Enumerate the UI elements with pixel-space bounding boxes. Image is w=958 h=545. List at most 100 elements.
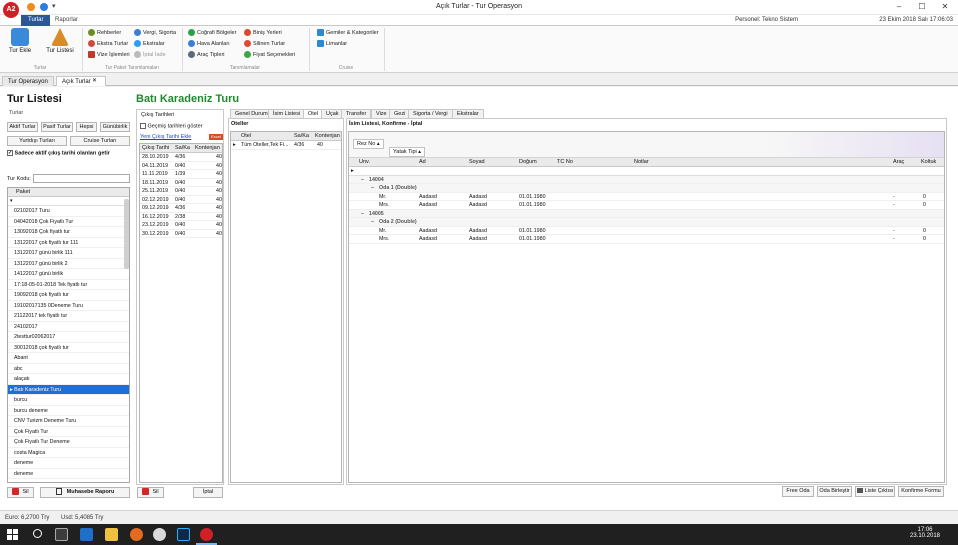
hepsi-button[interactable]: Hepsi [76,122,97,132]
pasif-turlar-button[interactable]: Pasif Turlar [41,122,73,132]
paket-row[interactable]: 13122017 günü birlik 2 [8,259,129,269]
otel-row[interactable]: ▸ Tüm Oteller,Tek Fi... 4/36 40 [231,141,341,150]
explorer-icon[interactable] [105,528,118,541]
close-tab-icon[interactable]: ✕ [92,77,97,84]
aktif-check[interactable]: ✓ Sadece aktif çıkış tarihi olanları get… [7,150,110,156]
paket-row[interactable]: 19092018 çok fiyatlı tur [8,290,129,301]
paket-row[interactable]: burcu deneme [8,406,129,416]
collapse-icon[interactable]: – [361,176,364,185]
date-row[interactable]: 09.12.2019 4/36 40 [140,204,222,213]
excel-badge[interactable]: Excel [209,134,223,140]
cruise-turlari-button[interactable]: Cruise Turları [70,136,130,146]
paket-row[interactable]: costa Magica [8,448,129,458]
filter-row[interactable]: ▾ [8,197,129,206]
guest-row[interactable]: Mrs. Aadasd Aadasd 01.01.1980 - 0 [349,235,944,244]
binis-yerleri-item[interactable]: Biniş Yerleri [244,28,295,39]
paket-row[interactable]: 14122017 günü birlik [8,269,129,280]
tab-isim-listesi[interactable]: İsim Listesi [268,109,306,118]
free-oda-button[interactable]: Free Oda [782,486,814,497]
firefox-icon[interactable] [130,528,143,541]
iptal-button[interactable]: İptal [193,487,223,498]
date-row[interactable]: 30.12.2019 0/40 40 [140,230,222,238]
maximize-icon[interactable]: ☐ [915,2,929,11]
paket-row[interactable]: 17:18-05-01-2018 Tek fiyatlı tur [8,280,129,290]
guest-row[interactable]: Mr. Aadasd Aadasd 01.01.1980 - 0 [349,193,944,201]
chrome-icon[interactable] [153,528,166,541]
paket-row[interactable]: CNV Turizm Deneme Turu [8,416,129,427]
tab-ekstralar[interactable]: Ekstralar [452,109,484,118]
tab-sigorta[interactable]: Sigorta / Vergi [408,109,453,118]
tab-genel-durum[interactable]: Genel Durum [230,109,273,118]
minimize-icon[interactable]: – [892,2,906,11]
doc-tab-acik-turlar[interactable]: Açık Turlar [56,76,106,86]
date-sil-button[interactable]: Sil [137,487,164,498]
paket-row[interactable]: 13122017 çok fiyatlı tur 111 [8,238,129,248]
paket-row[interactable]: deneme [8,469,129,479]
rez-group-row[interactable]: –14004 [349,175,944,185]
guest-row[interactable]: Mrs. Aadasd Aadasd 01.01.1980 - 0 [349,201,944,210]
vergi-sigorta-item[interactable]: Vergi, Sigorta [134,28,176,39]
paket-row[interactable]: Abant [8,353,129,364]
ekstra-turlar-item[interactable]: Ekstra Turlar [88,39,130,50]
paket-row[interactable]: ▸ Batı Karadeniz Turu [8,384,129,395]
paket-row[interactable]: deneme [8,458,129,469]
oda-group-row[interactable]: – Oda 2 (Double) [349,218,944,227]
tur-ekle-button[interactable]: Tur Ekle [6,28,34,54]
tur-kodu-input[interactable] [33,174,130,183]
collapse-icon[interactable]: – [371,184,374,193]
tur-listesi-button[interactable]: Tur Listesi [46,28,74,54]
checkbox-icon[interactable] [140,123,146,129]
close-icon[interactable]: ✕ [938,2,952,11]
iptal-iade-item[interactable]: İptal İade [134,50,176,61]
collapse-icon[interactable]: – [361,210,364,219]
paket-row[interactable]: 30012018 çok fiyatlı tur [8,343,129,353]
paket-row[interactable]: 04042018 Çok Fiyatlı Tur [8,217,129,227]
gunubirlik-button[interactable]: Günübirlik [100,122,130,132]
oda-birlestir-button[interactable]: Oda Birleştir [817,486,852,497]
ribbon-tab-raporlar[interactable]: Raporlar [48,15,85,26]
paket-row[interactable]: abc [8,364,129,374]
app-task-icon[interactable] [200,528,213,541]
date-row[interactable]: 23.12.2019 0/40 40 [140,221,222,230]
date-row[interactable]: 02.12.2019 0/40 40 [140,196,222,204]
paket-row[interactable]: Çok Fiyatlı Tur Deneme [8,437,129,448]
collapse-icon[interactable]: – [371,218,374,227]
date-row[interactable]: 11.11.2019 1/39 40 [140,170,222,179]
new-date-link[interactable]: Yeni Çıkış Tarihi Ekle [140,134,191,140]
tab-transfer[interactable]: Transfer [341,109,372,118]
silinen-turlar-item[interactable]: Silinen Turlar [244,39,295,50]
date-row[interactable]: 28.10.2019 4/36 40 [140,153,222,162]
rehberler-item[interactable]: Rehberler [88,28,130,39]
yatak-tipi-chip[interactable]: Yatak Tipi ▴ [389,147,426,157]
date-row[interactable]: 18.11.2019 0/40 40 [140,179,222,187]
paket-row[interactable]: 19102017135 0Deneme Turu [8,301,129,311]
start-icon[interactable] [7,529,18,540]
paket-row[interactable]: Çok Fiyatlı Tur [8,427,129,437]
hava-alanlari-item[interactable]: Hava Alanları [188,39,236,50]
cografi-bolgeler-item[interactable]: Coğrafi Bölgeler [188,28,236,39]
search-icon[interactable] [33,529,42,538]
aktif-turlar-button[interactable]: Aktif Turlar [7,122,38,132]
photoshop-icon[interactable] [177,528,190,541]
liste-ciktisi-button[interactable]: Liste Çıktısı [855,486,895,497]
vize-islemleri-item[interactable]: Vize İşlemleri [88,50,130,61]
rez-group-row[interactable]: –14005 [349,209,944,219]
task-view-icon[interactable] [55,528,68,541]
ribbon-tab-turlar[interactable]: Turlar [21,15,51,26]
gemiler-item[interactable]: Gemiler & Kategoriler [317,28,379,39]
doc-tab-tur-operasyon[interactable]: Tur Operasyon [2,76,54,86]
sil-button[interactable]: Sil [7,487,34,498]
paket-row[interactable]: 24102017 [8,322,129,332]
paket-row[interactable]: alaçatı [8,374,129,385]
guest-row[interactable]: Mr. Aadasd Aadasd 01.01.1980 - 0 [349,227,944,235]
arac-tipleri-item[interactable]: Araç Tipleri [188,50,236,61]
rez-no-chip[interactable]: Rez No ▴ [353,139,384,149]
clock[interactable]: 17:06 23.10.2018 [905,527,945,539]
paket-row[interactable]: 13122017 günü birlik 111 [8,248,129,259]
konfirme-formu-button[interactable]: Konfirme Formu [898,486,944,497]
gecmis-check[interactable]: Geçmiş tarihleri göster [140,123,203,129]
filter-row[interactable]: ▸ [349,167,944,176]
muhasebe-raporu-button[interactable]: Muhasebe Raporu [40,487,130,498]
paket-row[interactable]: burcu [8,395,129,406]
scrollbar[interactable] [124,199,129,269]
